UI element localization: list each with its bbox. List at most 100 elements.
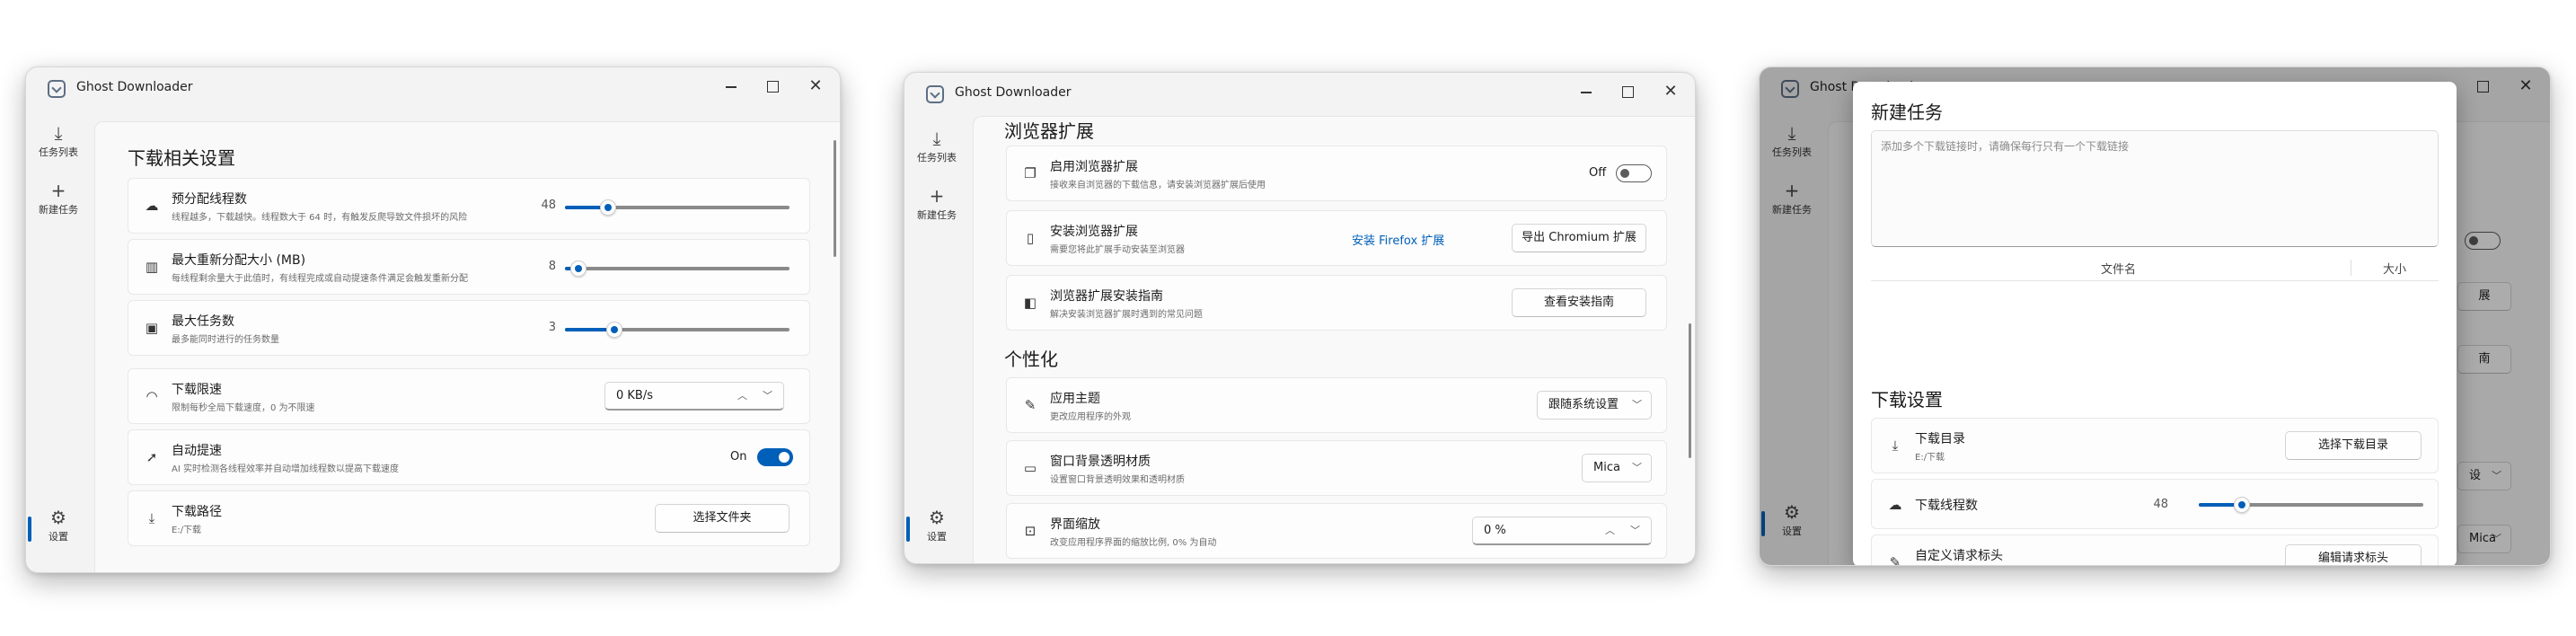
url-input[interactable]: 添加多个下载链接时，请确保每行只有一个下载链接 bbox=[1871, 130, 2439, 247]
section-title-download: 下载相关设置 bbox=[128, 147, 235, 169]
card-subtitle: 最多能同时进行的任务数量 bbox=[172, 335, 279, 345]
slider-thumb[interactable] bbox=[2233, 497, 2250, 513]
card-app-theme: ✎ 应用主题 更改应用程序的外观 跟随系统设置 ﹀ bbox=[1006, 377, 1667, 433]
card-speed-limit: ◠ 下载限速 限制每秒全局下载速度，0 为不限速 0 KB/s ︿ ﹀ bbox=[128, 368, 810, 424]
card-title: 最大任务数 bbox=[172, 314, 234, 329]
slider-thumb[interactable] bbox=[599, 199, 616, 216]
dialog-title: 新建任务 bbox=[1871, 102, 1943, 123]
auto-speedup-toggle[interactable] bbox=[757, 448, 793, 466]
max-realloc-slider[interactable] bbox=[565, 261, 790, 277]
rocket-icon: ➚ bbox=[146, 449, 158, 465]
pencil-icon: ✎ bbox=[1889, 554, 1901, 566]
window-stack-icon: ❐ bbox=[1024, 165, 1037, 181]
chart-bar-icon: ▥ bbox=[145, 259, 159, 275]
maximize-icon[interactable] bbox=[1618, 82, 1637, 102]
settings-content: 浏览器扩展 ❐ 启用浏览器扩展 接收来自浏览器的下载信息，请安装浏览器扩展后使用… bbox=[973, 116, 1695, 563]
card-auto-speedup: ➚ 自动提速 AI 实时检测各线程效率并自动增加线程数以提高下载速度 On bbox=[128, 429, 810, 485]
view-guide-button[interactable]: 查看安装指南 bbox=[1512, 288, 1646, 317]
card-title: 窗口背景透明材质 bbox=[1050, 455, 1151, 469]
nav-settings[interactable]: ⚙ 设置 bbox=[28, 504, 85, 554]
nav-new-task-label: 新建任务 bbox=[39, 204, 78, 216]
choose-download-dir-button[interactable]: 选择下载目录 bbox=[2285, 431, 2422, 460]
slider-thumb[interactable] bbox=[570, 261, 587, 277]
close-icon[interactable]: ✕ bbox=[806, 76, 825, 96]
edit-headers-button[interactable]: 编辑请求标头 bbox=[2285, 544, 2422, 565]
minimize-icon[interactable] bbox=[1576, 82, 1596, 102]
section-title-browser: 浏览器扩展 bbox=[1004, 120, 1094, 142]
card-title: 下载路径 bbox=[172, 505, 222, 519]
card-subtitle: 解决安装浏览器扩展时遇到的常见问题 bbox=[1050, 310, 1203, 320]
title-bar[interactable]: Ghost Downloader ✕ bbox=[26, 67, 840, 109]
nav-new-task[interactable]: + 新建任务 bbox=[910, 182, 964, 233]
backdrop-select-value: Mica bbox=[1593, 461, 1620, 474]
card-ui-scale: ⊡ 界面缩放 改变应用程序界面的缩放比例, 0% 为自动 0 % ︿ ﹀ bbox=[1006, 503, 1667, 559]
card-install-guide: ◧ 浏览器扩展安装指南 解决安装浏览器扩展时遇到的常见问题 查看安装指南 bbox=[1006, 275, 1667, 331]
backdrop-select[interactable]: Mica ﹀ bbox=[1582, 454, 1652, 482]
card-enable-extension: ❐ 启用浏览器扩展 接收来自浏览器的下载信息，请安装浏览器扩展后使用 Off bbox=[1006, 146, 1667, 201]
download-icon: ⤓ bbox=[54, 122, 63, 144]
window-title: Ghost Downloader bbox=[76, 80, 193, 94]
chevron-down-icon[interactable]: ﹀ bbox=[1630, 517, 1640, 544]
nav-new-task[interactable]: + 新建任务 bbox=[31, 177, 85, 227]
nav-settings-label: 设置 bbox=[927, 531, 947, 543]
card-title: 预分配线程数 bbox=[172, 192, 247, 207]
card-subtitle: 接收来自浏览器的下载信息，请安装浏览器扩展后使用 bbox=[1050, 181, 1266, 190]
bus-icon: ▣ bbox=[145, 320, 159, 336]
zoom-icon: ⊡ bbox=[1024, 523, 1037, 539]
maximize-icon[interactable] bbox=[763, 76, 782, 96]
chevron-up-icon[interactable]: ︿ bbox=[1605, 517, 1615, 544]
scrollbar[interactable] bbox=[834, 140, 836, 257]
speed-limit-input[interactable]: 0 KB/s ︿ ﹀ bbox=[604, 382, 784, 411]
slider-value: 8 bbox=[548, 260, 556, 273]
nav-task-list[interactable]: ⤓ 任务列表 bbox=[31, 119, 85, 170]
url-input-placeholder: 添加多个下载链接时，请确保每行只有一个下载链接 bbox=[1881, 140, 2130, 153]
nav-settings-label: 设置 bbox=[49, 531, 68, 543]
enable-extension-toggle[interactable] bbox=[1616, 164, 1652, 182]
speed-limit-value: 0 KB/s bbox=[616, 389, 653, 402]
ui-scale-value: 0 % bbox=[1484, 524, 1506, 537]
column-filename[interactable]: 文件名 bbox=[2101, 260, 2136, 277]
title-bar[interactable]: Ghost Downloader ✕ bbox=[904, 73, 1695, 114]
new-task-dialog: 新建任务 添加多个下载链接时，请确保每行只有一个下载链接 文件名 大小 下载设置… bbox=[1853, 82, 2457, 566]
card-title: 安装浏览器扩展 bbox=[1050, 225, 1138, 239]
nav-settings[interactable]: ⚙ 设置 bbox=[906, 504, 964, 554]
nav-task-list[interactable]: ⤓ 任务列表 bbox=[910, 125, 964, 175]
export-chromium-button[interactable]: 导出 Chromium 扩展 bbox=[1512, 224, 1646, 252]
card-window-backdrop: ▭ 窗口背景透明材质 设置窗口背景透明效果和透明材质 Mica ﹀ bbox=[1006, 440, 1667, 496]
download-icon: ⤓ bbox=[148, 510, 155, 526]
card-download-dir: ⤓ 下载目录 E:/下载 选择下载目录 bbox=[1871, 418, 2439, 473]
install-firefox-link[interactable]: 安装 Firefox 扩展 bbox=[1352, 231, 1444, 248]
max-tasks-slider[interactable] bbox=[565, 322, 790, 338]
card-subtitle: 更改应用程序的外观 bbox=[1050, 412, 1131, 422]
chevron-up-icon[interactable]: ︿ bbox=[737, 383, 747, 410]
preallocate-slider[interactable] bbox=[565, 199, 790, 216]
column-size[interactable]: 大小 bbox=[2383, 260, 2406, 277]
card-title: 自动提速 bbox=[172, 444, 222, 458]
minimize-icon[interactable] bbox=[721, 76, 741, 96]
card-title: 自定义请求标头 bbox=[1915, 549, 2003, 563]
nav-task-list-label: 任务列表 bbox=[39, 146, 78, 158]
sidebar: ⤓ 任务列表 + 新建任务 ⚙ 设置 bbox=[26, 109, 91, 572]
card-preallocate-threads: ☁ 预分配线程数 线程越多，下载越快。线程数大于 64 时，有触发反爬导致文件损… bbox=[128, 178, 810, 234]
choose-folder-button[interactable]: 选择文件夹 bbox=[655, 504, 790, 533]
app-logo-icon bbox=[926, 85, 944, 103]
chevron-down-icon[interactable]: ﹀ bbox=[763, 383, 772, 410]
ui-scale-input[interactable]: 0 % ︿ ﹀ bbox=[1472, 517, 1652, 545]
cloud-icon: ☁ bbox=[1888, 497, 1902, 513]
section-title-personalization: 个性化 bbox=[1004, 349, 1058, 370]
cloud-icon: ☁ bbox=[145, 198, 159, 214]
scrollbar[interactable] bbox=[1689, 323, 1691, 458]
card-title: 应用主题 bbox=[1050, 392, 1100, 406]
close-icon[interactable]: ✕ bbox=[1661, 82, 1681, 102]
window-icon: ▭ bbox=[1023, 460, 1037, 476]
slider-thumb[interactable] bbox=[606, 322, 622, 338]
nav-task-list-label: 任务列表 bbox=[917, 152, 957, 163]
card-download-threads: ☁ 下载线程数 48 bbox=[1871, 479, 2439, 529]
theme-select[interactable]: 跟随系统设置 ﹀ bbox=[1537, 391, 1652, 420]
download-threads-slider[interactable] bbox=[2199, 497, 2423, 513]
card-max-realloc: ▥ 最大重新分配大小 (MB) 每线程剩余量大于此值时，有线程完成或自动提速条件… bbox=[128, 239, 810, 295]
window-title: Ghost Downloader bbox=[955, 85, 1072, 100]
download-icon: ⤓ bbox=[1892, 437, 1899, 454]
section-title-download-settings: 下载设置 bbox=[1871, 389, 1943, 411]
settings-window-download: Ghost Downloader ✕ ⤓ 任务列表 + 新建任务 ⚙ 设置 下载相关设… bbox=[25, 66, 841, 573]
